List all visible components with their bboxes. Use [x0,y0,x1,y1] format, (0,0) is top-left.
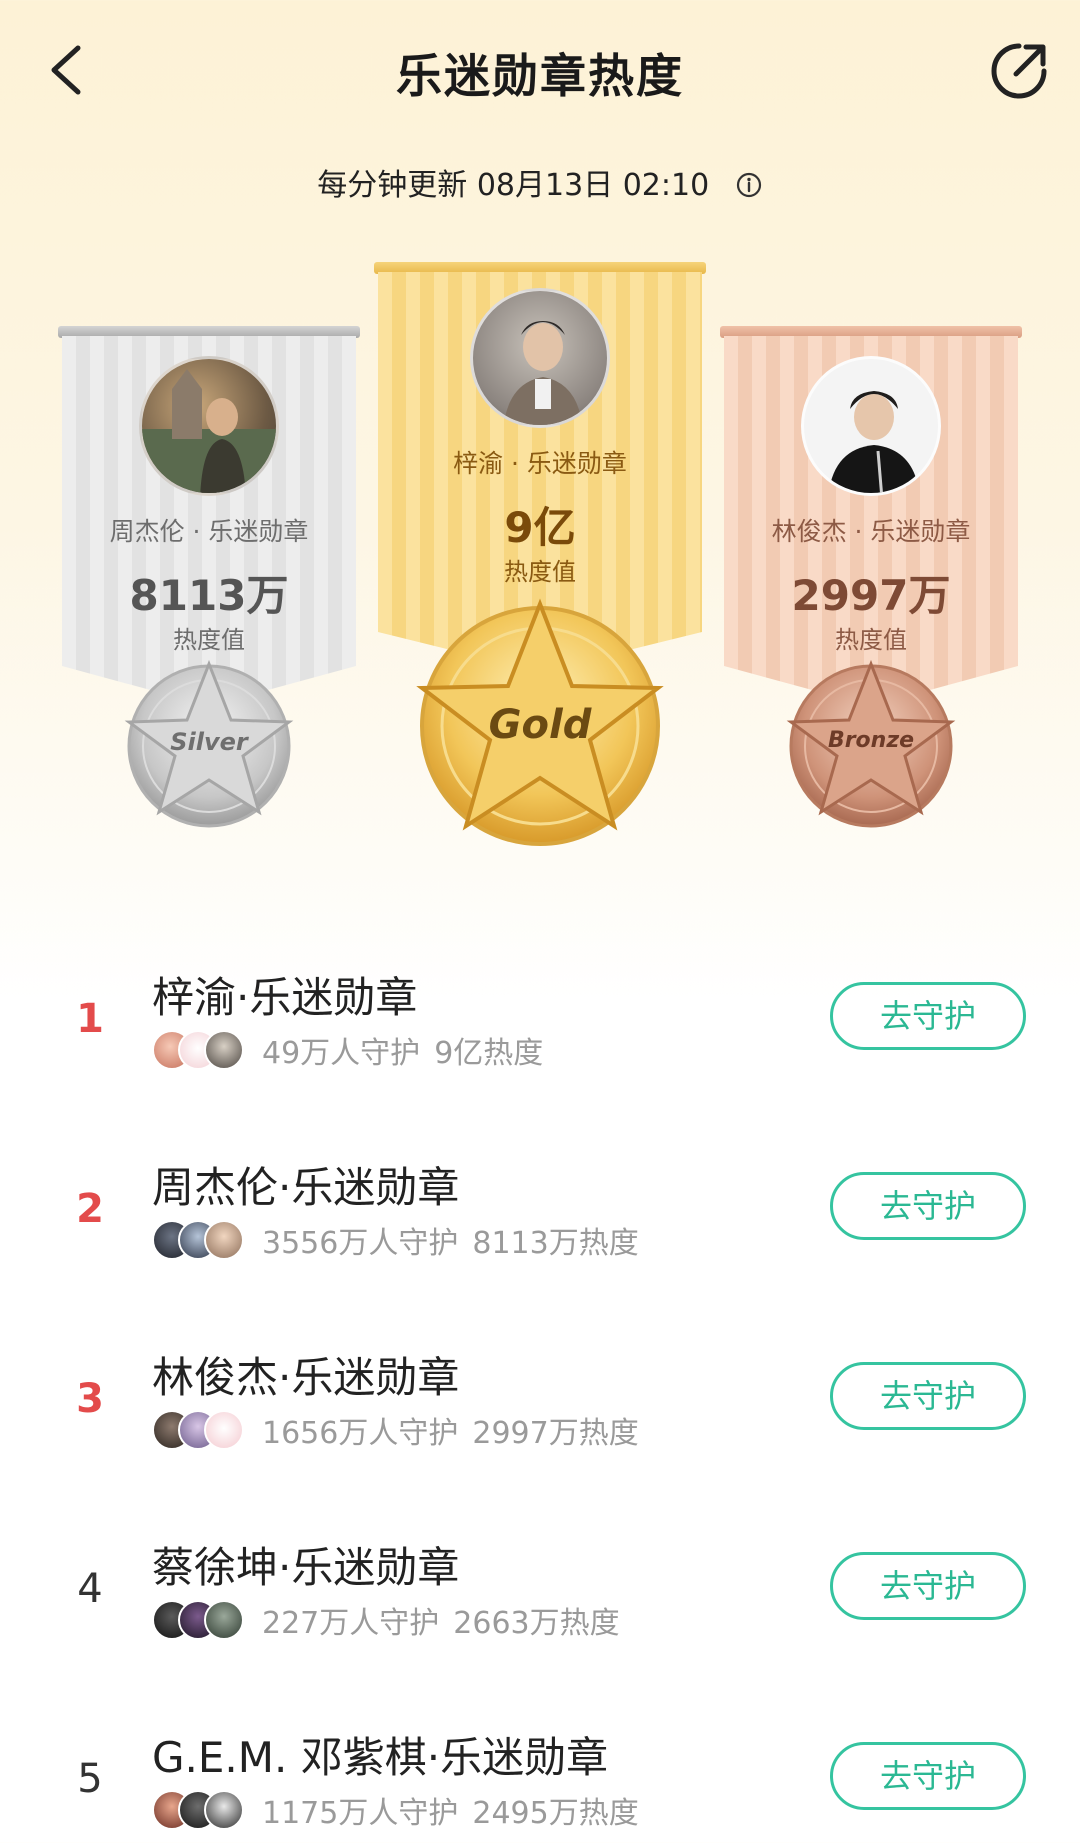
heat-value: 8113万热度 [472,1226,639,1261]
rank-number: 4 [77,1566,103,1612]
avatar [801,356,941,496]
heat-value: 2663万热度 [453,1606,620,1641]
list-item[interactable]: 5 G.E.M. 邓紫棋·乐迷勋章 1175万人守护 2495万热度 去守护 [0,1700,1080,1843]
podium-label: 热度值 [504,558,576,586]
medal-label: Bronze [827,728,915,753]
podium-name: 林俊杰 · 乐迷勋章 [771,517,971,546]
podium-name: 周杰伦 · 乐迷勋章 [109,517,309,546]
rank-meta: 227万人守护 2663万热度 [152,1598,620,1642]
list-item[interactable]: 3 林俊杰·乐迷勋章 1656万人守护 2997万热度 去守护 [0,1320,1080,1490]
avatar [204,1790,244,1830]
rank-meta: 1656万人守护 2997万热度 [152,1408,639,1452]
avatar [139,356,279,496]
podium-value: 2997万 [791,571,951,620]
info-icon[interactable] [735,171,763,199]
avatar [204,1410,244,1450]
rank-meta: 3556万人守护 8113万热度 [152,1218,639,1262]
fan-avatars [152,1600,248,1640]
heat-value: 2997万热度 [472,1416,639,1451]
podium-name: 梓渝 · 乐迷勋章 [453,449,627,478]
guardian-count: 1175万人守护 [262,1796,459,1831]
rank-title: 梓渝·乐迷勋章 [152,973,418,1022]
page-title: 乐迷勋章热度 [396,49,684,103]
avatar [204,1030,244,1070]
guardian-count: 49万人守护 [262,1036,421,1071]
guard-button[interactable]: 去守护 [830,1172,1026,1240]
rank-meta: 1175万人守护 2495万热度 [152,1788,639,1832]
guardian-count: 227万人守护 [262,1606,440,1641]
guard-button[interactable]: 去守护 [830,1742,1026,1810]
guard-button[interactable]: 去守护 [830,1362,1026,1430]
share-button[interactable] [986,38,1052,104]
list-item[interactable]: 4 蔡徐坤·乐迷勋章 227万人守护 2663万热度 去守护 [0,1510,1080,1680]
rank-number: 5 [77,1756,103,1802]
rank-number: 1 [76,996,104,1042]
gold-medal: Gold [398,590,682,850]
bronze-medal: Bronze [775,650,967,830]
rank-number: 2 [76,1186,104,1232]
rank-meta: 49万人守护 9亿热度 [152,1028,543,1072]
share-icon [991,43,1047,99]
rank-title: 林俊杰·乐迷勋章 [152,1353,460,1402]
header: 乐迷勋章热度 [0,0,1080,150]
update-info: 每分钟更新 08月13日 02:10 [0,160,1080,204]
update-text: 每分钟更新 08月13日 02:10 [317,168,710,203]
avatar [204,1220,244,1260]
silver-medal: Silver [113,650,305,830]
fan-avatars [152,1030,248,1070]
guardian-count: 3556万人守护 [262,1226,459,1261]
heat-value: 9亿热度 [434,1036,544,1071]
guardian-count: 1656万人守护 [262,1416,459,1451]
list-item[interactable]: 2 周杰伦·乐迷勋章 3556万人守护 8113万热度 去守护 [0,1130,1080,1300]
medal-label: Silver [170,728,248,756]
fan-avatars [152,1410,248,1450]
guard-button[interactable]: 去守护 [830,1552,1026,1620]
medal-label: Gold [488,702,592,748]
avatar [204,1600,244,1640]
podium-value: 8113万 [129,571,289,620]
podium-value: 9亿 [504,503,576,552]
list-item[interactable]: 1 梓渝·乐迷勋章 49万人守护 9亿热度 去守护 [0,940,1080,1110]
fan-avatars [152,1220,248,1260]
heat-value: 2495万热度 [472,1796,639,1831]
guard-button[interactable]: 去守护 [830,982,1026,1050]
fan-avatars [152,1790,248,1830]
avatar [470,288,610,428]
rank-number: 3 [76,1376,104,1422]
rank-title: 蔡徐坤·乐迷勋章 [152,1543,460,1592]
rank-title: 周杰伦·乐迷勋章 [152,1163,460,1212]
rank-title: G.E.M. 邓紫棋·乐迷勋章 [152,1733,609,1782]
